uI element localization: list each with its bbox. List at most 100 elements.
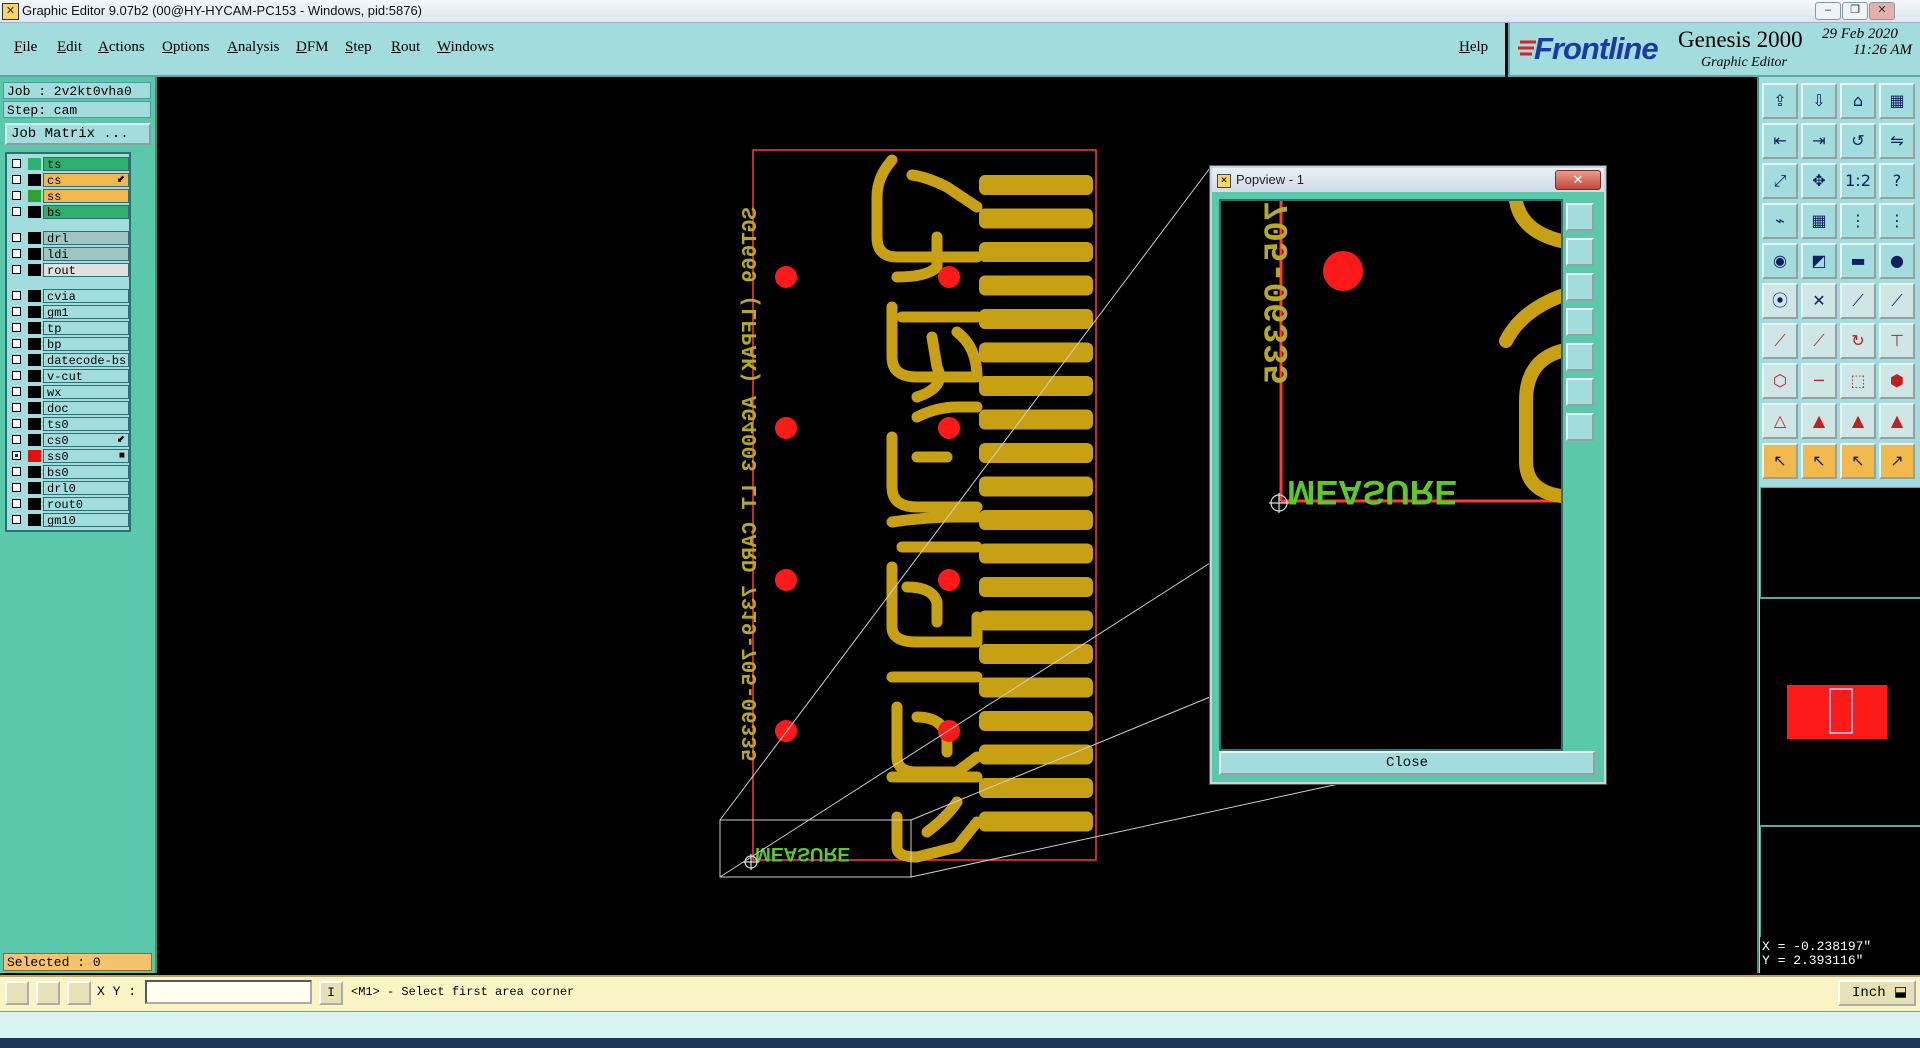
layer-row[interactable]: bs bbox=[7, 205, 129, 219]
layer-checkbox[interactable] bbox=[12, 249, 21, 258]
minus-icon[interactable]: ─ bbox=[1801, 363, 1837, 399]
menu-step[interactable]: Step bbox=[345, 39, 372, 56]
grid-view-icon[interactable]: ▦ bbox=[1801, 203, 1837, 239]
layer-row[interactable]: bs0 bbox=[7, 465, 129, 479]
triangle-b-icon[interactable]: ▲ bbox=[1801, 403, 1837, 439]
layer-checkbox[interactable] bbox=[12, 291, 21, 300]
layer-row[interactable]: datecode-bs bbox=[7, 353, 129, 367]
layer-name[interactable]: gm1 bbox=[43, 305, 129, 319]
measure-icon[interactable]: ▬ bbox=[1840, 243, 1876, 279]
layer-checkbox[interactable] bbox=[12, 159, 21, 168]
layer-checkbox[interactable] bbox=[12, 451, 21, 460]
layer-row[interactable]: drl bbox=[7, 231, 129, 245]
layer-name[interactable]: cs ⬋ bbox=[43, 173, 129, 187]
home-icon[interactable]: ⌂ bbox=[1840, 83, 1876, 119]
units-dropdown[interactable]: Inch ⬓ bbox=[1838, 980, 1916, 1006]
triangle-d-icon[interactable]: ▲ bbox=[1879, 403, 1915, 439]
arrow-route-icon[interactable]: ↗ bbox=[1879, 443, 1915, 479]
layout-icon[interactable]: ▦ bbox=[1879, 83, 1915, 119]
maximize-button[interactable]: ❐ bbox=[1842, 2, 1868, 20]
layer-name[interactable]: ss0 ■ bbox=[43, 449, 129, 463]
layer-checkbox[interactable] bbox=[12, 515, 21, 524]
snap-icon[interactable]: ⬡ bbox=[1762, 363, 1798, 399]
pad-icon[interactable]: ◉ bbox=[1762, 243, 1798, 279]
xy-input[interactable] bbox=[145, 980, 312, 1004]
layer-row[interactable]: ss0 ■ bbox=[7, 449, 129, 463]
layer-name[interactable]: datecode-bs bbox=[43, 353, 129, 367]
layer-checkbox[interactable] bbox=[12, 265, 21, 274]
layer-row[interactable]: doc bbox=[7, 401, 129, 415]
layer-checkbox[interactable] bbox=[12, 499, 21, 508]
info-button[interactable]: I bbox=[319, 981, 343, 1005]
layer-name[interactable]: bp bbox=[43, 337, 129, 351]
triangle-a-icon[interactable]: △ bbox=[1762, 403, 1798, 439]
menu-analysis[interactable]: Analysis bbox=[227, 39, 280, 56]
node-icon[interactable]: ⦿ bbox=[1762, 283, 1798, 319]
popview-close-x-button[interactable]: ✕ bbox=[1555, 170, 1601, 190]
layer-row[interactable]: drl0 bbox=[7, 481, 129, 495]
layer-name[interactable]: rout0 bbox=[43, 497, 129, 511]
helicopter-icon[interactable]: ⌁ bbox=[1762, 203, 1798, 239]
layer-checkbox[interactable] bbox=[12, 435, 21, 444]
move-left-icon[interactable]: ⇤ bbox=[1762, 123, 1798, 159]
layer-name[interactable]: wx bbox=[43, 385, 129, 399]
popview-fit-button[interactable] bbox=[1566, 378, 1594, 406]
resize-icon[interactable]: ⬚ bbox=[1840, 363, 1876, 399]
layer-checkbox[interactable] bbox=[12, 175, 21, 184]
arrow-move-icon[interactable]: ↖ bbox=[1840, 443, 1876, 479]
layer-row[interactable]: rout bbox=[7, 263, 129, 277]
save-icon[interactable]: ⇩ bbox=[1801, 83, 1837, 119]
popview-pan-right-button[interactable] bbox=[1566, 343, 1594, 371]
layer-name[interactable]: cvia bbox=[43, 289, 129, 303]
menu-options[interactable]: Options bbox=[162, 39, 210, 56]
layer-name[interactable]: ss bbox=[43, 189, 129, 203]
layer-row[interactable]: ts0 bbox=[7, 417, 129, 431]
menu-rout[interactable]: Rout bbox=[391, 39, 420, 56]
layer-checkbox[interactable] bbox=[12, 387, 21, 396]
layer-checkbox[interactable] bbox=[12, 467, 21, 476]
triangle-c-icon[interactable]: ▲ bbox=[1840, 403, 1876, 439]
layer-row[interactable]: wx bbox=[7, 385, 129, 399]
line-icon[interactable]: ◩ bbox=[1801, 243, 1837, 279]
layer-name[interactable]: tp bbox=[43, 321, 129, 335]
layer-name[interactable]: gm10 bbox=[43, 513, 129, 527]
menu-edit[interactable]: Edit bbox=[57, 39, 82, 56]
arrow-pick-icon[interactable]: ↖ bbox=[1801, 443, 1837, 479]
angle-icon[interactable]: ⟋ bbox=[1801, 323, 1837, 359]
layer-checkbox[interactable] bbox=[12, 207, 21, 216]
layer-name[interactable]: drl0 bbox=[43, 481, 129, 495]
cross-icon[interactable]: ✕ bbox=[1801, 283, 1837, 319]
layer-name[interactable]: v-cut bbox=[43, 369, 129, 383]
close-window-button[interactable]: ✕ bbox=[1869, 2, 1895, 20]
measure-icon[interactable] bbox=[36, 981, 60, 1005]
menu-file[interactable]: File bbox=[14, 39, 37, 56]
select-layers-icon[interactable]: ⋮ bbox=[1840, 203, 1876, 239]
filter-layers-icon[interactable]: ⋮ bbox=[1879, 203, 1915, 239]
mini-map[interactable] bbox=[1760, 597, 1920, 827]
layer-row[interactable]: tp bbox=[7, 321, 129, 335]
pan-icon[interactable]: ✥ bbox=[1801, 163, 1837, 199]
layer-name[interactable]: ts bbox=[43, 157, 129, 171]
menu-dfm[interactable]: DFM bbox=[296, 39, 329, 56]
layer-row[interactable]: bp bbox=[7, 337, 129, 351]
layer-checkbox[interactable] bbox=[12, 355, 21, 364]
layer-checkbox[interactable] bbox=[12, 483, 21, 492]
scale-icon[interactable]: 1:2 bbox=[1840, 163, 1876, 199]
layer-name[interactable]: ldi bbox=[43, 247, 129, 261]
layer-name[interactable]: rout bbox=[43, 263, 129, 277]
arc-icon[interactable]: ↻ bbox=[1840, 323, 1876, 359]
layer-checkbox[interactable] bbox=[12, 323, 21, 332]
popview-canvas[interactable]: 705-06335 MEASURE bbox=[1219, 194, 1568, 751]
layer-row[interactable]: ts bbox=[7, 157, 129, 171]
layer-row[interactable]: gm1 bbox=[7, 305, 129, 319]
layer-row[interactable]: gm10 bbox=[7, 513, 129, 527]
layer-checkbox[interactable] bbox=[12, 307, 21, 316]
minimize-button[interactable]: – bbox=[1815, 2, 1841, 20]
connect-icon[interactable]: ⟋ bbox=[1840, 283, 1876, 319]
layer-checkbox[interactable] bbox=[12, 233, 21, 242]
link-icon[interactable]: ⟋ bbox=[1879, 283, 1915, 319]
layer-checkbox[interactable] bbox=[12, 191, 21, 200]
layer-row[interactable]: ldi bbox=[7, 247, 129, 261]
grid-icon[interactable] bbox=[67, 981, 91, 1005]
layer-row[interactable]: cs0 ⬋ bbox=[7, 433, 129, 447]
